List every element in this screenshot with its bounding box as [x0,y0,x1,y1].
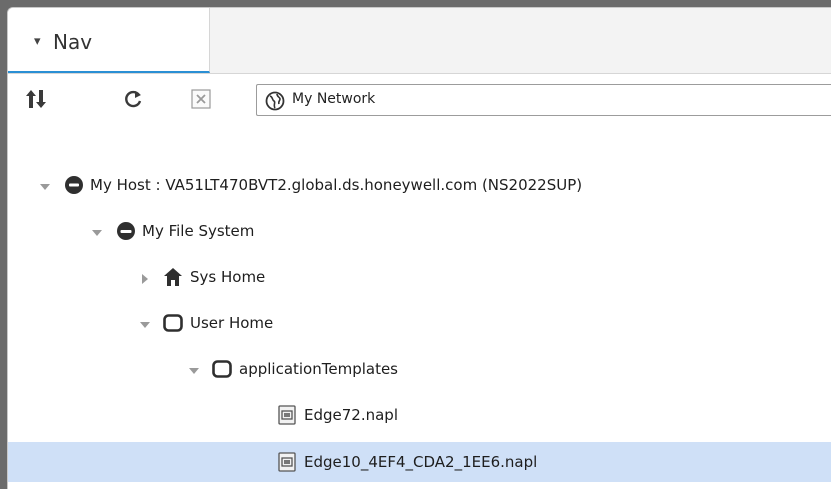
expand-down-icon[interactable] [91,227,103,239]
tree-label: User Home [190,314,274,332]
folder-icon [163,314,183,332]
tree-row-user-home[interactable]: User Home [8,304,831,344]
tree-row-sys-home[interactable]: Sys Home [8,258,831,298]
tab-caret-icon[interactable]: ▾ [34,34,41,49]
nav-panel: ▾ Nav My Network My Host: VA51LT470BVT2… [7,7,831,489]
tree-label: Sys Home [190,268,266,286]
tree-label: applicationTemplates [239,360,399,378]
tree-label: Edge72.napl [304,406,398,424]
home-icon [164,268,182,286]
refresh-icon[interactable] [122,88,144,110]
tab-label: Nav [53,30,93,54]
sort-arrows-icon[interactable] [25,88,47,110]
folder-icon [212,360,232,378]
tree-label: My Host : VA51LT470BVT2.global.ds.honeyw… [90,176,583,194]
drive-icon [117,222,135,240]
tree-row-edge10[interactable]: Edge10_4EF4_CDA2_1EE6.napl [8,442,831,482]
tree-row-application-templates[interactable]: applicationTemplates [8,350,831,390]
expand-right-icon[interactable] [139,273,151,285]
ord-value: My Network [292,91,376,107]
tree-row-my-host[interactable]: My Host : VA51LT470BVT2.global.ds.honeyw… [8,166,831,206]
toolbar: My Network [8,74,831,122]
globe-icon [265,91,285,111]
tab-bar: ▾ Nav [8,8,831,74]
expand-down-icon[interactable] [139,319,151,331]
host-icon [65,176,83,194]
close-icon[interactable] [190,88,212,110]
tree-row-edge72[interactable]: Edge72.napl [8,396,831,436]
tree-label: Edge10_4EF4_CDA2_1EE6.napl [304,453,538,471]
file-icon [278,452,296,472]
ord-field[interactable]: My Network [256,84,831,116]
expand-down-icon[interactable] [39,181,51,193]
tab-nav[interactable]: ▾ Nav [8,8,210,73]
tree-row-file-system[interactable]: My File System [8,212,831,252]
expand-down-icon[interactable] [188,365,200,377]
file-icon [278,405,296,425]
tree-label: My File System [142,222,255,240]
